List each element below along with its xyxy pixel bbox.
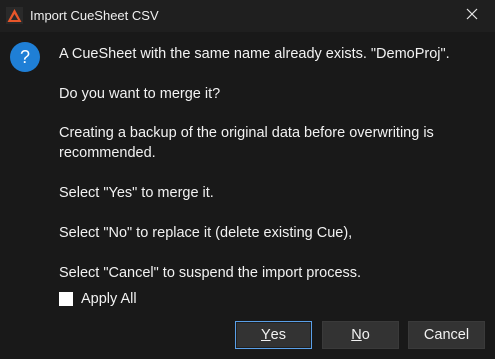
window-title: Import CueSheet CSV [30, 8, 159, 23]
message-exists: A CueSheet with the same name already ex… [59, 46, 450, 62]
apply-all-option[interactable]: Apply All [59, 289, 137, 309]
dialog-body: ? A CueSheet with the same name already … [0, 32, 495, 359]
message-merge-question: Do you want to merge it? [59, 86, 221, 102]
message-backup-recommendation: Creating a backup of the original data b… [59, 125, 434, 161]
svg-text:?: ? [20, 47, 30, 67]
no-label-rest: o [361, 327, 370, 343]
no-mnemonic: N [351, 327, 362, 343]
no-button[interactable]: No [322, 321, 399, 349]
close-button[interactable] [448, 0, 495, 32]
question-icon: ? [10, 42, 40, 72]
message-no-instruction: Select "No" to replace it (delete existi… [59, 225, 353, 241]
apply-all-label[interactable]: Apply All [81, 291, 137, 307]
message-cancel-instruction: Select "Cancel" to suspend the import pr… [59, 265, 362, 281]
cancel-button[interactable]: Cancel [408, 321, 485, 349]
yes-label-rest: es [270, 327, 286, 343]
yes-button[interactable]: Yes [235, 321, 312, 349]
close-icon [466, 7, 478, 25]
criware-triangle-icon [6, 7, 23, 24]
message-yes-instruction: Select "Yes" to merge it. [59, 185, 214, 201]
apply-all-checkbox[interactable] [59, 292, 73, 306]
title-bar[interactable]: Import CueSheet CSV [0, 0, 495, 32]
cancel-label: Cancel [423, 327, 470, 343]
import-cuesheet-dialog: Import CueSheet CSV ? A CueSheet with th… [0, 0, 495, 359]
yes-mnemonic: Y [261, 327, 271, 343]
